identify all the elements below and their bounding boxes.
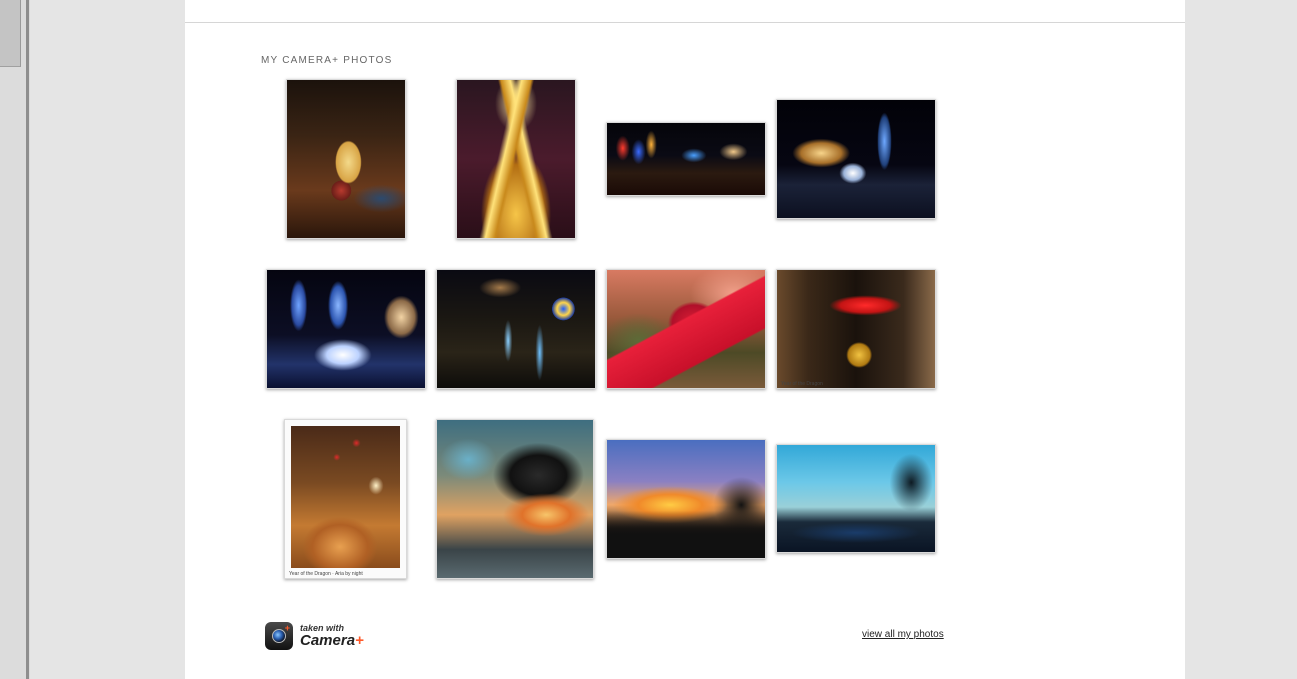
logo-plus: + bbox=[355, 632, 364, 649]
photo-thumbnail[interactable] bbox=[436, 419, 594, 579]
plus-icon: + bbox=[284, 623, 290, 633]
logo-wordmark-text: Camera bbox=[300, 632, 356, 649]
photo-thumbnail[interactable] bbox=[606, 439, 766, 559]
logo-wordmark: Camera+ bbox=[300, 632, 364, 649]
photo-thumbnail[interactable] bbox=[776, 99, 936, 219]
photo-thumbnail[interactable] bbox=[606, 122, 766, 196]
photo-thumbnail[interactable] bbox=[456, 79, 576, 239]
photo-thumbnail[interactable] bbox=[266, 269, 426, 389]
photo-thumbnail[interactable]: Year of the Dragon bbox=[776, 269, 936, 389]
photo-thumbnail[interactable] bbox=[606, 269, 766, 389]
scrollbar-thumb[interactable] bbox=[0, 0, 21, 67]
photo-thumbnail[interactable] bbox=[286, 79, 406, 239]
window-divider bbox=[26, 0, 29, 679]
view-all-photos-link[interactable]: view all my photos bbox=[862, 629, 944, 640]
camera-plus-app-icon: + bbox=[265, 622, 293, 650]
divider bbox=[185, 22, 1185, 23]
photo-thumbnail[interactable] bbox=[436, 269, 596, 389]
content-panel: MY CAMERA+ PHOTOS Year of the Dragon Yea… bbox=[185, 0, 1185, 679]
camera-plus-logo[interactable]: + taken with Camera+ bbox=[265, 622, 375, 652]
section-title: MY CAMERA+ PHOTOS bbox=[261, 55, 393, 66]
photo-image bbox=[291, 426, 400, 568]
photo-caption: Year of the Dragon bbox=[781, 381, 823, 387]
photo-thumbnail[interactable] bbox=[776, 444, 936, 553]
photo-thumbnail[interactable]: Year of the Dragon · Aria by night bbox=[284, 419, 407, 579]
photo-caption: Year of the Dragon · Aria by night bbox=[289, 571, 363, 577]
